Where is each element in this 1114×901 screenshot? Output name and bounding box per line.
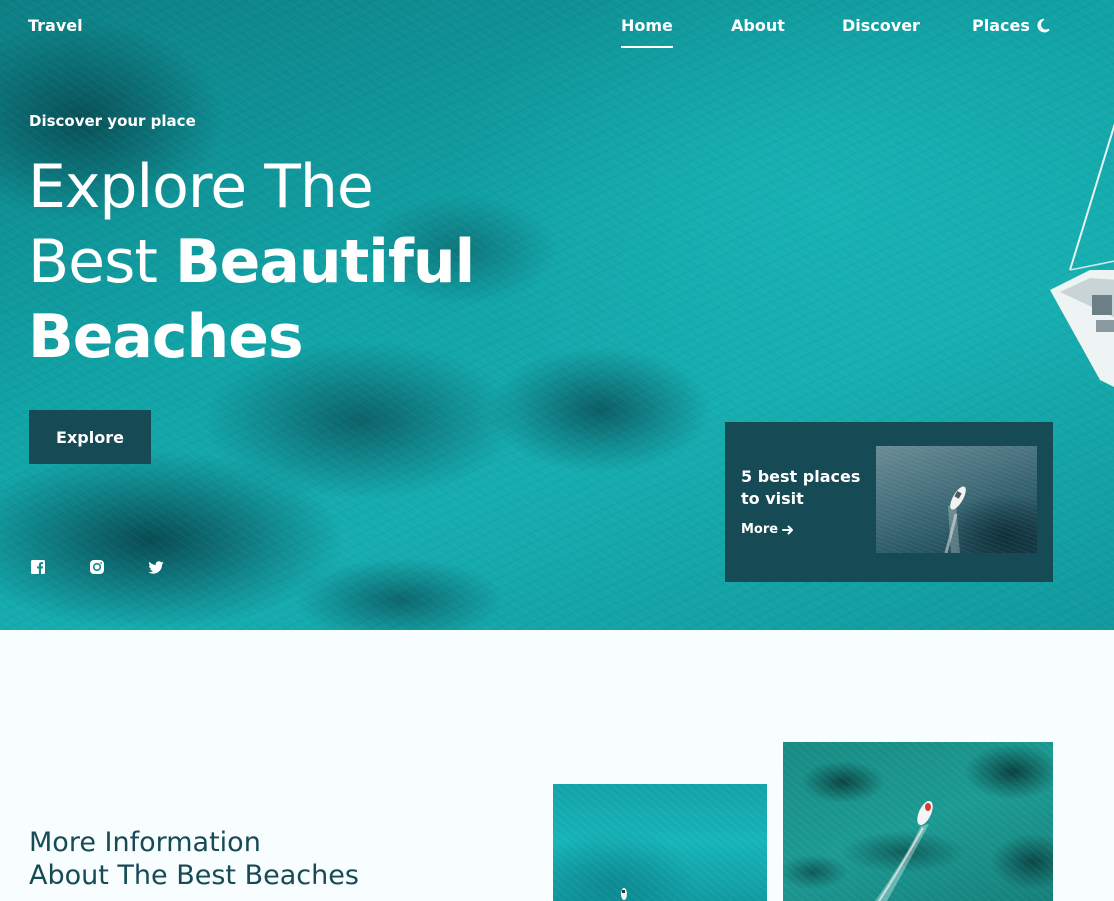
place-card[interactable]: 5 best places to visit More xyxy=(725,422,1053,582)
more-label: More xyxy=(741,522,779,537)
nav-link-discover[interactable]: Discover xyxy=(842,16,920,35)
sailboat-image xyxy=(1050,123,1114,387)
hero-title-line1: Explore The xyxy=(28,152,374,222)
hero-title: Explore The Best Beautiful Beaches xyxy=(28,150,588,375)
explore-button[interactable]: Explore xyxy=(29,410,151,464)
info-section-title: More Information About The Best Beaches xyxy=(29,826,429,892)
nav-link-about[interactable]: About xyxy=(731,16,785,35)
info-title-line1: More Information xyxy=(29,827,261,858)
hero-title-line3-bold: Beaches xyxy=(28,302,304,372)
hero-section: Travel Home About Discover Places Discov… xyxy=(0,0,1114,630)
nav-link-places[interactable]: Places xyxy=(972,16,1030,35)
hero-title-line2-regular: Best xyxy=(28,227,175,297)
instagram-icon[interactable] xyxy=(88,558,106,576)
hero-title-line2-bold: Beautiful xyxy=(174,227,475,297)
facebook-icon[interactable] xyxy=(29,558,47,576)
moon-icon[interactable] xyxy=(1035,16,1055,36)
beach-photo-large xyxy=(783,742,1053,901)
more-link[interactable]: More xyxy=(741,522,794,537)
arrow-right-icon xyxy=(782,525,794,534)
place-card-title: 5 best places to visit xyxy=(741,467,861,508)
beach-photo-small xyxy=(553,784,767,901)
main-nav: Home About Discover Places xyxy=(0,16,1114,56)
hero-subtitle: Discover your place xyxy=(29,112,196,130)
twitter-icon[interactable] xyxy=(147,558,165,576)
boat-image xyxy=(876,446,1037,553)
info-title-line2: About The Best Beaches xyxy=(29,860,359,891)
nav-link-home[interactable]: Home xyxy=(621,16,673,48)
